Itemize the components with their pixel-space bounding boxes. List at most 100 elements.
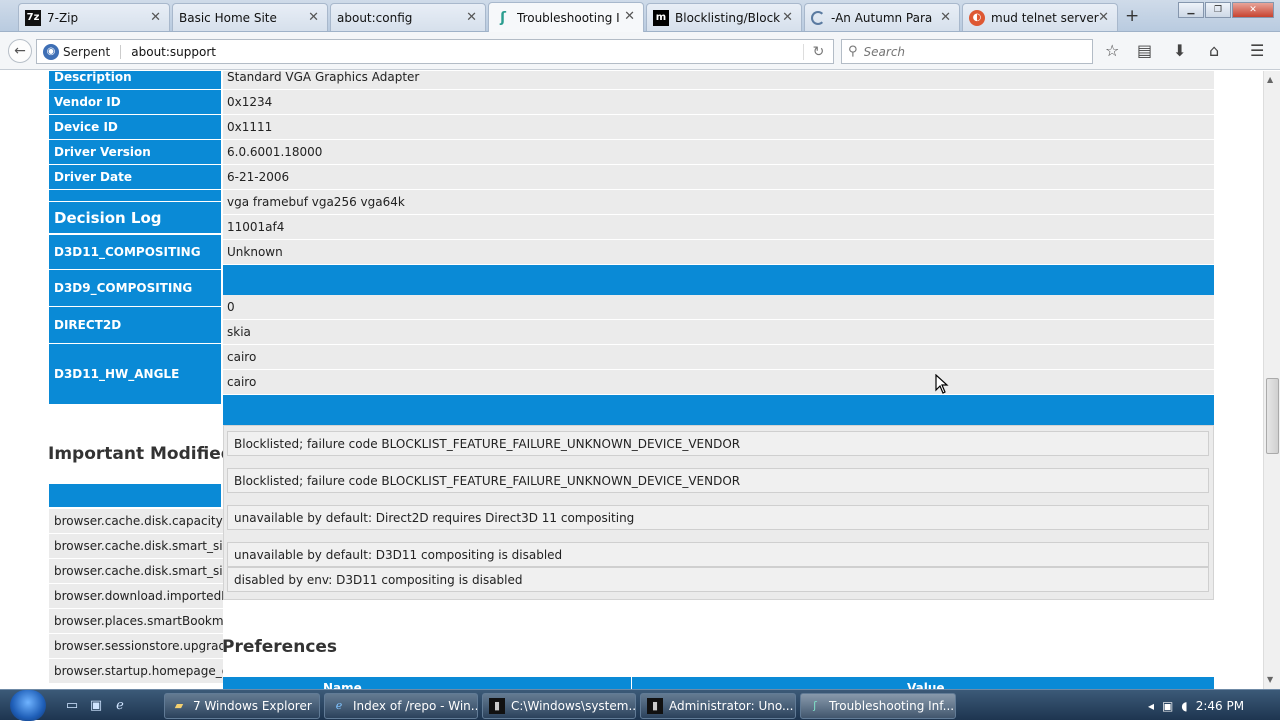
value-lower-2: skia [223, 320, 1214, 345]
value-lower-3: cairo [223, 345, 1214, 370]
taskbar-label: Administrator: Uno... [669, 699, 794, 713]
reload-icon[interactable]: ↻ [803, 43, 833, 60]
search-box[interactable]: ⚲ [841, 39, 1093, 64]
tab-troubleshooting[interactable]: ʃ Troubleshooting I ✕ [488, 2, 644, 32]
taskbar-administrator[interactable]: ▮ Administrator: Uno... [640, 693, 796, 719]
minimize-button[interactable]: ▁ [1178, 2, 1204, 18]
window-controls: ▁ ❐ ✕ [1177, 2, 1274, 18]
modified-pref-row: browser.startup.homepage_over [49, 659, 223, 684]
ie-icon: ℯ [335, 699, 343, 712]
mouse-cursor-icon [935, 374, 949, 394]
search-icon: ⚲ [848, 44, 858, 59]
menu-icon[interactable]: ☰ [1250, 41, 1264, 60]
decision-log-title: Decision Log [49, 202, 221, 234]
close-icon[interactable]: ✕ [940, 10, 951, 25]
scroll-up-icon[interactable]: ▲ [1267, 75, 1273, 84]
url-bar[interactable]: ◉ Serpent about:support ↻ [36, 39, 834, 64]
maximize-button[interactable]: ❐ [1205, 2, 1231, 18]
label-device-id: Device ID [49, 115, 221, 140]
preferences-table-header [223, 677, 1214, 689]
reading-list-icon[interactable]: ▤ [1137, 41, 1152, 60]
cmd-icon: ▮ [647, 698, 663, 714]
network-icon[interactable]: ▣ [1162, 699, 1173, 713]
taskbar-index-repo[interactable]: ℯ Index of /repo - Win... [324, 693, 478, 719]
log-line: Blocklisted; failure code BLOCKLIST_FEAT… [227, 468, 1209, 493]
back-button[interactable]: ← [8, 39, 32, 63]
tab-7zip[interactable]: 7z 7-Zip ✕ [18, 3, 170, 31]
column-header-value: Value [907, 681, 945, 689]
value-lower-4: cairo [223, 370, 1214, 395]
modified-pref-row: browser.cache.disk.capacity [49, 509, 223, 534]
value-driver-version: 6.0.6001.18000 [223, 140, 1214, 165]
scroll-thumb[interactable] [1266, 378, 1279, 454]
value-description: Standard VGA Graphics Adapter [223, 71, 1214, 90]
page-content: Description Vendor ID Device ID Driver V… [0, 71, 1263, 689]
close-window-button[interactable]: ✕ [1232, 2, 1274, 18]
modified-pref-row: browser.cache.disk.smart_size.fir [49, 534, 223, 559]
mdn-icon: m [653, 9, 669, 26]
start-orb-icon[interactable] [10, 690, 46, 721]
modified-pref-row: browser.cache.disk.smart_size.us [49, 559, 223, 584]
preferences-title: Preferences [222, 637, 338, 657]
loading-icon [811, 10, 825, 25]
label-empty [49, 190, 221, 202]
url-text[interactable]: about:support [121, 45, 803, 59]
tab-about-config[interactable]: about:config ✕ [330, 3, 486, 31]
search-input[interactable] [863, 44, 1064, 59]
tray-expand-icon[interactable]: ◂ [1148, 699, 1154, 713]
taskbar-label: Index of /repo - Win... [353, 699, 478, 713]
log-line: disabled by env: D3D11 compositing is di… [227, 567, 1209, 592]
column-header-name: Name [323, 681, 362, 689]
tab-label: Basic Home Site [179, 10, 277, 25]
taskbar-troubleshooting[interactable]: ʃ Troubleshooting Inf... [800, 693, 956, 719]
taskbar-cmd-system[interactable]: ▮ C:\Windows\system... [482, 693, 636, 719]
switch-windows-icon[interactable]: ▣ [88, 698, 104, 714]
modified-prefs-header [49, 484, 221, 508]
new-tab-button[interactable]: + [1125, 6, 1139, 26]
support-icon: ʃ [500, 9, 506, 26]
navigation-toolbar: ← ◉ Serpent about:support ↻ ⚲ ☆ ▤ ⬇ ⌂ ☰ [0, 32, 1280, 70]
show-desktop-icon[interactable]: ▭ [64, 698, 80, 714]
modified-pref-row: browser.places.smartBookmarks [49, 609, 223, 634]
close-icon[interactable]: ✕ [150, 10, 161, 25]
modified-pref-row: browser.sessionstore.upgradeBa [49, 634, 223, 659]
folder-icon: ▰ [174, 699, 184, 712]
cmd-icon: ▮ [489, 698, 505, 714]
tab-basic-home-site[interactable]: Basic Home Site ✕ [172, 3, 328, 31]
scroll-down-icon[interactable]: ▼ [1267, 675, 1273, 684]
7zip-icon: 7z [25, 9, 41, 26]
close-icon[interactable]: ✕ [308, 10, 319, 25]
vertical-scrollbar[interactable]: ▲ ▼ [1263, 71, 1280, 689]
label-d3d11-hw-angle: D3D11_HW_ANGLE [49, 344, 221, 405]
tab-autumn-para[interactable]: -An Autumn Para ✕ [804, 3, 960, 31]
label-vendor-id: Vendor ID [49, 90, 221, 115]
tab-strip: 7z 7-Zip ✕ Basic Home Site ✕ about:confi… [0, 0, 1280, 32]
downloads-icon[interactable]: ⬇ [1173, 41, 1186, 60]
volume-icon[interactable]: ◖ [1181, 699, 1187, 713]
close-icon[interactable]: ✕ [624, 9, 635, 24]
value-device-id: 0x1111 [223, 115, 1214, 140]
log-line: unavailable by default: D3D11 compositin… [227, 542, 1209, 567]
label-direct2d: DIRECT2D [49, 307, 221, 344]
log-line: unavailable by default: Direct2D require… [227, 505, 1209, 530]
clock[interactable]: 2:46 PM [1196, 699, 1244, 713]
ie-icon[interactable]: ℯ [112, 698, 128, 714]
system-tray: ◂ ▣ ◖ 2:46 PM [1148, 690, 1280, 721]
close-icon[interactable]: ✕ [466, 10, 477, 25]
section-header-band-2 [223, 395, 1214, 425]
tab-mud-telnet[interactable]: ◐ mud telnet server ✕ [962, 3, 1118, 31]
taskbar-label: 7 Windows Explorer [193, 699, 312, 713]
close-icon[interactable]: ✕ [782, 10, 793, 25]
close-icon[interactable]: ✕ [1098, 10, 1109, 25]
bookmark-star-icon[interactable]: ☆ [1105, 41, 1119, 60]
value-extra-3: Unknown [223, 240, 1214, 265]
taskbar-label: C:\Windows\system... [511, 699, 636, 713]
taskbar: ▭ ▣ ℯ ▰ 7 Windows Explorer ℯ Index of /r… [0, 689, 1280, 721]
tab-blocklisting[interactable]: m Blocklisting/Block ✕ [646, 3, 802, 31]
home-icon[interactable]: ⌂ [1209, 41, 1219, 60]
value-extra-1: vga framebuf vga256 vga64k [223, 190, 1214, 215]
section-header-band [223, 265, 1214, 295]
label-d3d11-compositing: D3D11_COMPOSITING [49, 235, 221, 270]
taskbar-windows-explorer[interactable]: ▰ 7 Windows Explorer [164, 693, 320, 719]
identity-label[interactable]: Serpent [63, 44, 122, 59]
